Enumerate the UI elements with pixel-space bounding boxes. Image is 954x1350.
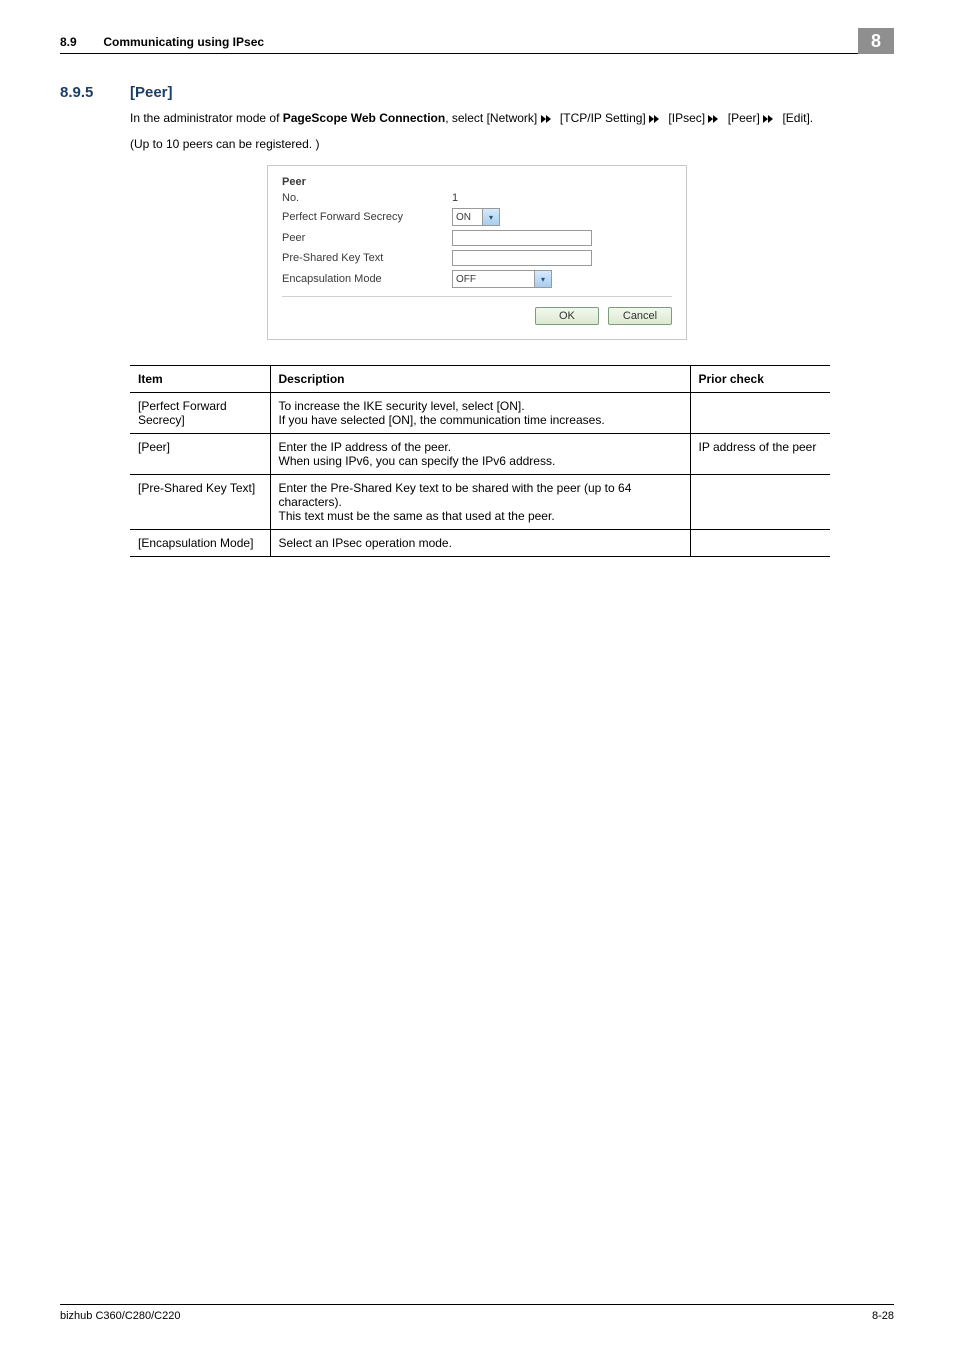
- pfs-select-value: ON: [453, 212, 482, 223]
- table-row: [Encapsulation Mode] Select an IPsec ope…: [130, 530, 830, 557]
- psk-label: Pre-Shared Key Text: [282, 252, 452, 264]
- no-label: No.: [282, 192, 452, 204]
- footer-right: 8-28: [872, 1310, 894, 1322]
- chevron-down-icon: ▾: [534, 271, 551, 287]
- running-head-title: Communicating using IPsec: [103, 35, 264, 49]
- th-item: Item: [130, 366, 270, 393]
- table-row: [Peer] Enter the IP address of the peer.…: [130, 434, 830, 475]
- cell-item: [Pre-Shared Key Text]: [130, 475, 270, 530]
- section-body: In the administrator mode of PageScope W…: [130, 109, 894, 153]
- arrow-icon: [708, 115, 724, 123]
- intro-paragraph-1: In the administrator mode of PageScope W…: [130, 109, 894, 127]
- parameter-table: Item Description Prior check [Perfect Fo…: [130, 365, 830, 557]
- section-title: [Peer]: [130, 84, 173, 101]
- row-encap: Encapsulation Mode OFF ▾: [282, 270, 672, 288]
- cell-desc: Select an IPsec operation mode.: [270, 530, 690, 557]
- pfs-label: Perfect Forward Secrecy: [282, 211, 452, 223]
- running-head-num: 8.9: [60, 35, 100, 49]
- ok-button[interactable]: OK: [535, 307, 599, 325]
- cell-prior: IP address of the peer: [690, 434, 830, 475]
- psk-input[interactable]: [452, 250, 592, 266]
- cell-item: [Perfect Forward Secrecy]: [130, 393, 270, 434]
- row-psk: Pre-Shared Key Text: [282, 250, 672, 266]
- cancel-button[interactable]: Cancel: [608, 307, 672, 325]
- cell-item: [Peer]: [130, 434, 270, 475]
- encap-label: Encapsulation Mode: [282, 273, 452, 285]
- cell-desc: Enter the IP address of the peer. When u…: [270, 434, 690, 475]
- cell-prior: [690, 530, 830, 557]
- page-header: 8.9 Communicating using IPsec 8: [60, 25, 894, 54]
- cell-prior: [690, 393, 830, 434]
- pfs-select[interactable]: ON ▾: [452, 208, 500, 226]
- cell-desc: Enter the Pre-Shared Key text to be shar…: [270, 475, 690, 530]
- encap-select[interactable]: OFF ▾: [452, 270, 552, 288]
- cell-item: [Encapsulation Mode]: [130, 530, 270, 557]
- no-value: 1: [452, 192, 458, 204]
- row-pfs: Perfect Forward Secrecy ON ▾: [282, 208, 672, 226]
- running-head: 8.9 Communicating using IPsec: [60, 35, 264, 53]
- row-no: No. 1: [282, 192, 672, 204]
- footer-left: bizhub C360/C280/C220: [60, 1310, 180, 1322]
- th-prior: Prior check: [690, 366, 830, 393]
- arrow-icon: [541, 115, 557, 123]
- peer-settings-panel: Peer No. 1 Perfect Forward Secrecy ON ▾ …: [267, 165, 687, 340]
- th-desc: Description: [270, 366, 690, 393]
- peer-input[interactable]: [452, 230, 592, 246]
- section-heading: 8.9.5 [Peer]: [60, 84, 894, 101]
- divider: [282, 296, 672, 297]
- section-number: 8.9.5: [60, 84, 130, 101]
- cell-desc: To increase the IKE security level, sele…: [270, 393, 690, 434]
- table-header-row: Item Description Prior check: [130, 366, 830, 393]
- arrow-icon: [649, 115, 665, 123]
- cell-prior: [690, 475, 830, 530]
- intro-paragraph-2: (Up to 10 peers can be registered. ): [130, 135, 894, 153]
- peer-label: Peer: [282, 232, 452, 244]
- table-row: [Pre-Shared Key Text] Enter the Pre-Shar…: [130, 475, 830, 530]
- panel-title: Peer: [282, 176, 672, 188]
- arrow-icon: [763, 115, 779, 123]
- chapter-number-badge: 8: [858, 28, 894, 54]
- page-footer: bizhub C360/C280/C220 8-28: [60, 1304, 894, 1322]
- encap-select-value: OFF: [453, 274, 534, 285]
- chevron-down-icon: ▾: [482, 209, 499, 225]
- button-row: OK Cancel: [282, 307, 672, 325]
- table-row: [Perfect Forward Secrecy] To increase th…: [130, 393, 830, 434]
- row-peer: Peer: [282, 230, 672, 246]
